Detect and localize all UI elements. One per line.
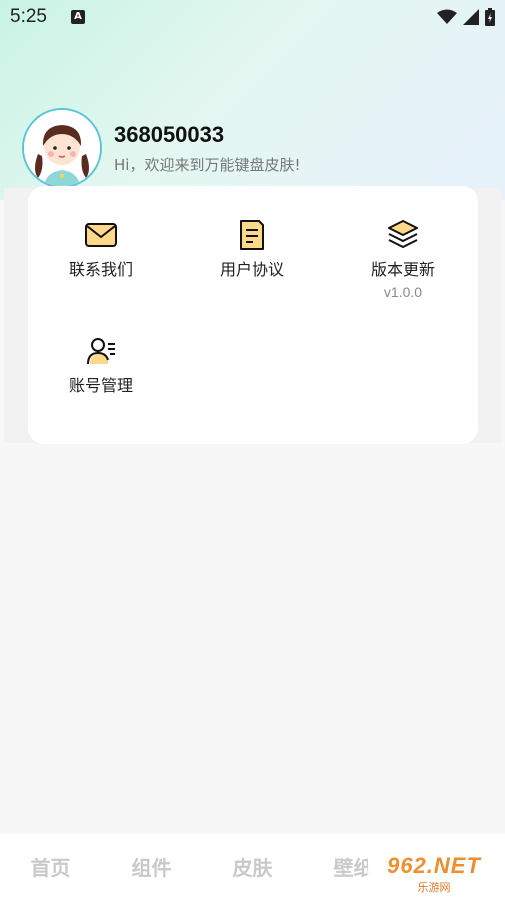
document-icon: [240, 220, 264, 250]
greeting-text: Hi，欢迎来到万能键盘皮肤!: [114, 155, 301, 174]
tab-home[interactable]: 首页: [0, 852, 101, 881]
menu-account-management[interactable]: 账号管理: [36, 334, 166, 396]
watermark-logo: 962.NET 乐游网: [368, 852, 500, 896]
menu-label: 用户协议: [219, 260, 284, 279]
username: 368050033: [114, 121, 225, 147]
menu-label: 账号管理: [68, 376, 133, 395]
status-bar: 5:25 A: [0, 0, 505, 34]
status-icons: [437, 8, 495, 26]
layers-icon: [388, 220, 418, 248]
profile-header: 368050033 Hi，欢迎来到万能键盘皮肤!: [22, 108, 300, 188]
status-time: 5:25: [10, 6, 47, 27]
tab-skins[interactable]: 皮肤: [202, 852, 303, 881]
notification-icon: A: [70, 10, 85, 24]
avatar[interactable]: [22, 108, 102, 188]
menu-user-agreement[interactable]: 用户协议: [187, 218, 317, 280]
wifi-icon: [437, 9, 457, 24]
signal-icon: [463, 9, 479, 25]
tab-widgets[interactable]: 组件: [101, 852, 202, 881]
version-number: v1.0.0: [383, 284, 423, 300]
battery-icon: [485, 8, 495, 26]
menu-version-update[interactable]: 版本更新 v1.0.0: [338, 218, 468, 300]
watermark-main-text: 962.NET: [387, 853, 481, 878]
menu-contact-us[interactable]: 联系我们: [36, 218, 166, 280]
mail-icon: [85, 223, 117, 247]
account-icon: [87, 338, 115, 365]
menu-label: 版本更新: [370, 260, 435, 279]
avatar-girl-icon: [24, 110, 100, 186]
watermark-sub-text: 乐游网: [417, 881, 451, 894]
menu-card: 联系我们 用户协议 版本更新 v1.0.0 账号管理: [28, 186, 478, 444]
menu-label: 联系我们: [68, 260, 133, 279]
